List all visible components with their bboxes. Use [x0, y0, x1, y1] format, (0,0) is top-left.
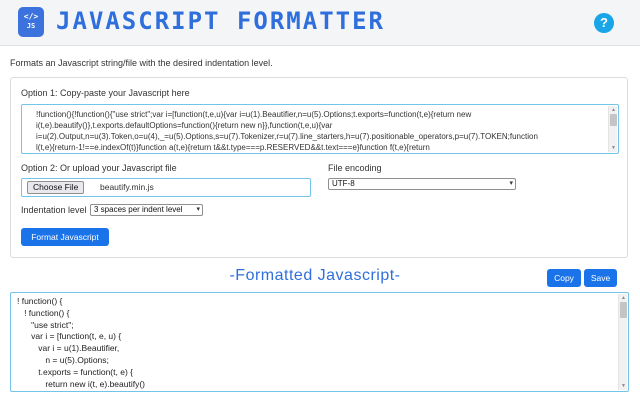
- code-line: var i = [function(t, e, u) {: [17, 331, 122, 342]
- output-title: -Formatted Javascript-: [229, 267, 401, 284]
- file-encoding-select[interactable]: UTF-8 ▾: [328, 178, 516, 190]
- textarea-line: i(t,e).beautify()},t.exports.defaultOpti…: [36, 121, 333, 130]
- scrollbar-thumb[interactable]: [610, 114, 617, 126]
- logo-js-text: JS: [26, 22, 36, 30]
- indentation-select[interactable]: 3 spaces per indent level ▾: [90, 204, 203, 216]
- intro-text: Formats an Javascript string/file with t…: [10, 58, 273, 68]
- scrollbar-thumb[interactable]: [620, 302, 627, 318]
- code-line: ! function() {: [17, 296, 63, 306]
- js-logo-icon: </> JS: [18, 7, 44, 37]
- code-line: n = u(5).Options;: [17, 354, 109, 365]
- option2-label: Option 2: Or upload your Javascript file: [21, 163, 177, 173]
- choose-file-button[interactable]: Choose File: [27, 181, 85, 194]
- app-header: </> JS Javascript Formatter ?: [0, 0, 640, 46]
- option1-label: Option 1: Copy-paste your Javascript her…: [21, 88, 190, 98]
- code-line: return new i(t, e).beautify(): [17, 378, 146, 389]
- file-encoding-label: File encoding: [328, 163, 382, 173]
- scroll-up-icon[interactable]: ▲: [610, 107, 617, 113]
- file-upload-field[interactable]: Choose File beautify.min.js: [21, 178, 311, 197]
- save-button[interactable]: Save: [584, 269, 617, 287]
- help-icon[interactable]: ?: [594, 13, 614, 33]
- encoding-value: UTF-8: [332, 179, 355, 188]
- textarea-line: l(t,e){return-1!==e.indexOf(t)}function …: [36, 143, 430, 152]
- format-javascript-button[interactable]: Format Javascript: [21, 228, 109, 246]
- javascript-input-textarea[interactable]: !function(){!function(){"use strict";var…: [21, 104, 619, 154]
- logo-code-glyph: </>: [23, 12, 39, 21]
- formatted-output-textarea[interactable]: ! function() { ! function() { "use stric…: [10, 292, 629, 392]
- input-scrollbar[interactable]: ▲ ▼: [608, 106, 617, 152]
- code-line: var i = u(1).Beautifier,: [17, 343, 120, 354]
- output-scrollbar[interactable]: ▲ ▼: [618, 294, 627, 390]
- scroll-up-icon[interactable]: ▲: [620, 295, 627, 301]
- code-line: t.exports = function(t, e) {: [17, 366, 133, 377]
- code-line: "use strict";: [17, 319, 74, 330]
- scroll-down-icon[interactable]: ▼: [610, 145, 617, 151]
- chevron-down-icon: ▾: [196, 206, 200, 213]
- textarea-line: !function(){!function(){"use strict";var…: [36, 110, 472, 119]
- copy-button[interactable]: Copy: [547, 269, 581, 287]
- chevron-down-icon: ▾: [509, 180, 513, 187]
- selected-file-name: beautify.min.js: [100, 182, 154, 192]
- indentation-label: Indentation level: [21, 205, 87, 215]
- app-title: Javascript Formatter: [56, 7, 385, 35]
- scroll-down-icon[interactable]: ▼: [620, 383, 627, 389]
- indentation-value: 3 spaces per indent level: [94, 205, 183, 214]
- textarea-line: i=u(2).Output,n=u(3).Token,o=u(4),_=u(5)…: [36, 132, 538, 141]
- code-line: ! function() {: [17, 307, 70, 318]
- input-card: Option 1: Copy-paste your Javascript her…: [10, 77, 628, 258]
